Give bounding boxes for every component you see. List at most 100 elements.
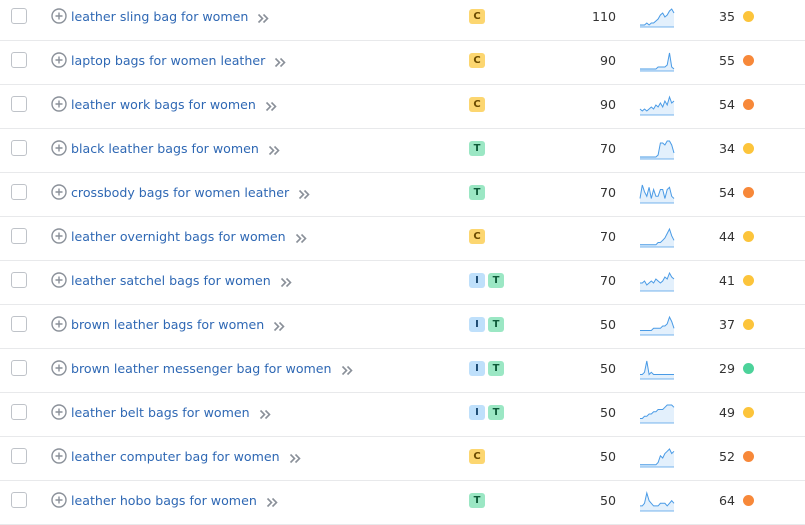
table-row: brown leather messenger bag for women I T 5… (0, 349, 805, 393)
add-to-list-icon[interactable] (51, 316, 67, 332)
keyword-link[interactable]: leather belt bags for women (71, 404, 250, 421)
trend-sparkline (639, 182, 675, 204)
volume-value: 90 (599, 53, 616, 68)
keyword-cell: leather computer bag for women (71, 448, 302, 465)
row-checkbox[interactable] (11, 228, 27, 244)
add-to-list-icon[interactable] (51, 448, 67, 464)
keyword-table: leather sling bag for women C 110 35 laptop … (0, 0, 805, 525)
kd-value: 34 (718, 141, 735, 156)
intent-badge[interactable]: C (469, 449, 485, 464)
trend-sparkline (639, 270, 675, 292)
double-chevron-right-icon[interactable] (298, 187, 311, 200)
intent-badge[interactable]: I (469, 317, 485, 332)
kd-status-dot (743, 495, 754, 506)
intent-badge[interactable]: T (488, 317, 504, 332)
keyword-link[interactable]: black leather bags for women (71, 140, 259, 157)
add-to-list-icon[interactable] (51, 492, 67, 508)
table-row: leather overnight bags for women C 70 44 (0, 217, 805, 261)
volume-value: 90 (599, 97, 616, 112)
row-checkbox[interactable] (11, 316, 27, 332)
keyword-link[interactable]: leather overnight bags for women (71, 228, 286, 245)
intent-badge[interactable]: C (469, 53, 485, 68)
keyword-link[interactable]: leather hobo bags for women (71, 492, 257, 509)
double-chevron-right-icon[interactable] (280, 275, 293, 288)
row-checkbox[interactable] (11, 492, 27, 508)
double-chevron-right-icon[interactable] (273, 319, 286, 332)
keyword-link[interactable]: crossbody bags for women leather (71, 184, 289, 201)
volume-value: 110 (591, 9, 616, 24)
trend-sparkline (639, 314, 675, 336)
keyword-link[interactable]: brown leather messenger bag for women (71, 360, 332, 377)
keyword-cell: crossbody bags for women leather (71, 184, 311, 201)
table-row: leather belt bags for women I T 50 49 (0, 393, 805, 437)
kd-value: 49 (718, 405, 735, 420)
table-row: leather computer bag for women C 50 52 (0, 437, 805, 481)
trend-sparkline (639, 226, 675, 248)
row-checkbox[interactable] (11, 184, 27, 200)
double-chevron-right-icon[interactable] (266, 495, 279, 508)
kd-value: 54 (718, 97, 735, 112)
keyword-link[interactable]: brown leather bags for women (71, 316, 264, 333)
keyword-link[interactable]: leather computer bag for women (71, 448, 280, 465)
add-to-list-icon[interactable] (51, 228, 67, 244)
intent-badge[interactable]: I (469, 361, 485, 376)
table-row: laptop bags for women leather C 90 55 (0, 41, 805, 85)
kd-status-dot (743, 55, 754, 66)
intent-badge[interactable]: C (469, 9, 485, 24)
kd-value: 64 (718, 493, 735, 508)
add-to-list-icon[interactable] (51, 96, 67, 112)
add-to-list-icon[interactable] (51, 8, 67, 24)
add-to-list-icon[interactable] (51, 52, 67, 68)
kd-status-dot (743, 451, 754, 462)
double-chevron-right-icon[interactable] (341, 363, 354, 376)
row-checkbox[interactable] (11, 404, 27, 420)
double-chevron-right-icon[interactable] (289, 451, 302, 464)
intent-badge[interactable]: T (469, 185, 485, 200)
double-chevron-right-icon[interactable] (295, 231, 308, 244)
trend-sparkline (639, 138, 675, 160)
double-chevron-right-icon[interactable] (265, 99, 278, 112)
intent-badge[interactable]: T (488, 361, 504, 376)
table-row: leather hobo bags for women T 50 64 (0, 481, 805, 525)
keyword-link[interactable]: leather satchel bags for women (71, 272, 271, 289)
double-chevron-right-icon[interactable] (268, 143, 281, 156)
add-to-list-icon[interactable] (51, 184, 67, 200)
intent-badge[interactable]: T (469, 493, 485, 508)
add-to-list-icon[interactable] (51, 272, 67, 288)
keyword-cell: brown leather messenger bag for women (71, 360, 354, 377)
intent-badge[interactable]: T (488, 273, 504, 288)
intent-badge[interactable]: I (469, 273, 485, 288)
intent-badge[interactable]: C (469, 97, 485, 112)
double-chevron-right-icon[interactable] (259, 407, 272, 420)
intent-badge[interactable]: T (488, 405, 504, 420)
keyword-link[interactable]: leather work bags for women (71, 96, 256, 113)
table-row: crossbody bags for women leather T 70 54 (0, 173, 805, 217)
kd-status-dot (743, 407, 754, 418)
intent-badges: C (469, 229, 485, 244)
row-checkbox[interactable] (11, 360, 27, 376)
trend-sparkline (639, 446, 675, 468)
intent-badges: T (469, 493, 485, 508)
keyword-link[interactable]: laptop bags for women leather (71, 52, 265, 69)
intent-badge[interactable]: I (469, 405, 485, 420)
intent-badge[interactable]: C (469, 229, 485, 244)
add-to-list-icon[interactable] (51, 360, 67, 376)
intent-badges: C (469, 97, 485, 112)
kd-value: 55 (718, 53, 735, 68)
add-to-list-icon[interactable] (51, 140, 67, 156)
row-checkbox[interactable] (11, 272, 27, 288)
kd-status-dot (743, 99, 754, 110)
add-to-list-icon[interactable] (51, 404, 67, 420)
intent-badge[interactable]: T (469, 141, 485, 156)
row-checkbox[interactable] (11, 140, 27, 156)
row-checkbox[interactable] (11, 8, 27, 24)
kd-value: 54 (718, 185, 735, 200)
row-checkbox[interactable] (11, 448, 27, 464)
double-chevron-right-icon[interactable] (257, 11, 270, 24)
keyword-link[interactable]: leather sling bag for women (71, 8, 248, 25)
row-checkbox[interactable] (11, 52, 27, 68)
double-chevron-right-icon[interactable] (274, 55, 287, 68)
row-checkbox[interactable] (11, 96, 27, 112)
kd-status-dot (743, 363, 754, 374)
kd-value: 41 (718, 273, 735, 288)
